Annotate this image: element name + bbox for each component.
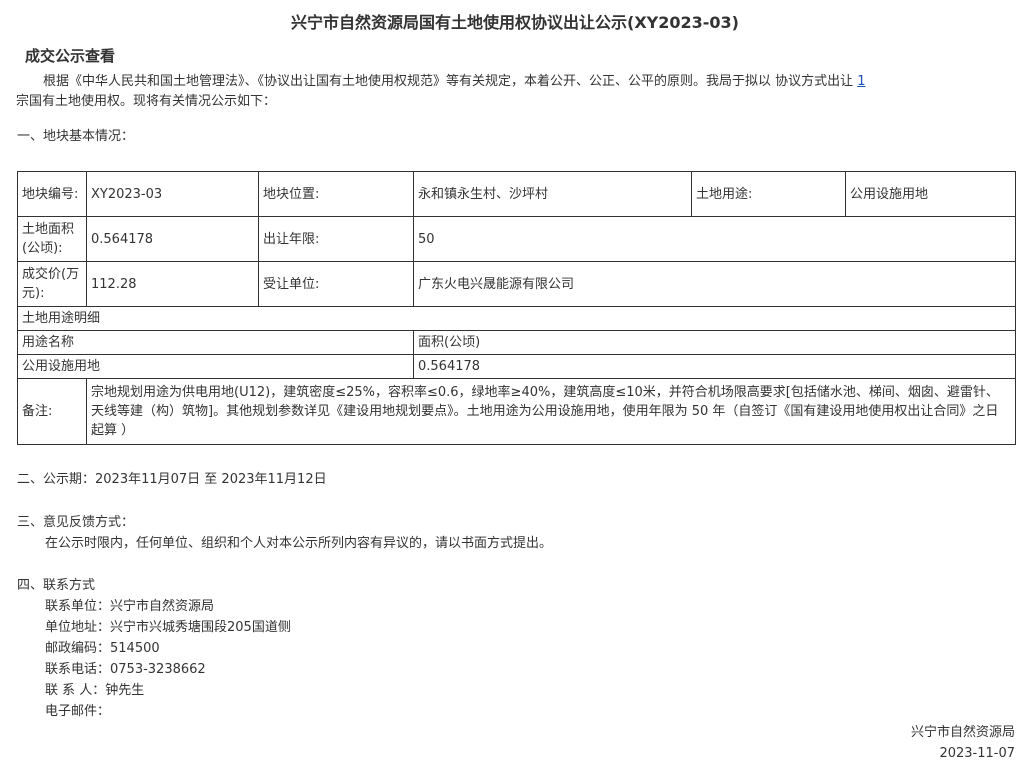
table-row: 土地面积(公顷): 0.564178 出让年限: 50 xyxy=(17,216,1016,262)
intro-text-before: 根据《中华人民共和国土地管理法》、《协议出让国有土地使用权规范》等有关规定，本着… xyxy=(43,74,858,89)
table-row: 备注: 宗地规划用途为供电用地(U12)，建筑密度≤25%，容积率≤0.6，绿地… xyxy=(17,378,1016,445)
section-4-heading: 四、联系方式 xyxy=(17,578,96,593)
contact-phone: 联系电话：0753-3238662 xyxy=(45,662,206,677)
intro-paragraph: 根据《中华人民共和国土地管理法》、《协议出让国有土地使用权规范》等有关规定，本着… xyxy=(16,72,1011,112)
price-label: 成交价(万元): xyxy=(17,261,87,307)
detail-area-value: 0.564178 xyxy=(413,354,1016,379)
contact-person: 联 系 人：钟先生 xyxy=(45,683,145,698)
intro-text-after: 宗国有土地使用权。现将有关情况公示如下： xyxy=(16,94,277,109)
signature-date: 2023-11-07 xyxy=(939,746,1015,761)
contact-address: 单位地址：兴宁市兴城秀塘围段205国道侧 xyxy=(45,620,291,635)
table-row: 成交价(万元): 112.28 受让单位: 广东火电兴晟能源有限公司 xyxy=(17,261,1016,307)
section-1-heading: 一、地块基本情况： xyxy=(17,129,135,144)
use-detail-header: 土地用途明细 xyxy=(17,306,1016,331)
area-label: 土地面积(公顷): xyxy=(17,216,87,262)
area-value: 0.564178 xyxy=(86,216,259,262)
contact-postcode: 邮政编码：514500 xyxy=(45,641,160,656)
table-row: 地块编号: XY2023-03 地块位置: 永和镇永生村、沙坪村 土地用途: 公… xyxy=(17,171,1016,217)
section-3-heading: 三、意见反馈方式： xyxy=(17,515,135,530)
section-3-text: 在公示时限内，任何单位、组织和个人对本公示所列内容有异议的，请以书面方式提出。 xyxy=(45,536,553,551)
use-name-header: 用途名称 xyxy=(17,330,414,355)
location-label: 地块位置: xyxy=(258,171,414,217)
table-row: 土地用途明细 xyxy=(17,306,1016,331)
parcel-count-link[interactable]: 1 xyxy=(857,74,865,89)
location-value: 永和镇永生村、沙坪村 xyxy=(413,171,692,217)
section-2-publicity-period: 二、公示期：2023年11月07日 至 2023年11月12日 xyxy=(17,472,327,487)
page-title: 兴宁市自然资源局国有土地使用权协议出让公示(XY2023-03) xyxy=(291,13,739,32)
grantee-value: 广东火电兴晟能源有限公司 xyxy=(413,261,1016,307)
detail-use-value: 公用设施用地 xyxy=(17,354,414,379)
table-row: 公用设施用地 0.564178 xyxy=(17,354,1016,379)
price-value: 112.28 xyxy=(86,261,259,307)
land-use-value: 公用设施用地 xyxy=(845,171,1016,217)
land-info-table: 地块编号: XY2023-03 地块位置: 永和镇永生村、沙坪村 土地用途: 公… xyxy=(17,171,1016,445)
remark-value: 宗地规划用途为供电用地(U12)，建筑密度≤25%，容积率≤0.6，绿地率≥40… xyxy=(86,378,1016,445)
signature-org: 兴宁市自然资源局 xyxy=(910,725,1015,740)
parcel-no-label: 地块编号: xyxy=(17,171,87,217)
use-area-header: 面积(公顷) xyxy=(413,330,1016,355)
term-label: 出让年限: xyxy=(258,216,414,262)
contact-email: 电子邮件： xyxy=(45,704,111,719)
term-value: 50 xyxy=(413,216,1016,262)
grantee-label: 受让单位: xyxy=(258,261,414,307)
land-use-label: 土地用途: xyxy=(691,171,846,217)
contact-unit: 联系单位：兴宁市自然资源局 xyxy=(45,599,215,614)
parcel-no-value: XY2023-03 xyxy=(86,171,259,217)
table-row: 用途名称 面积(公顷) xyxy=(17,330,1016,355)
page-subtitle: 成交公示查看 xyxy=(25,47,116,65)
notice-page: 兴宁市自然资源局国有土地使用权协议出让公示(XY2023-03) 成交公示查看 … xyxy=(0,0,1030,775)
remark-label: 备注: xyxy=(17,378,87,445)
